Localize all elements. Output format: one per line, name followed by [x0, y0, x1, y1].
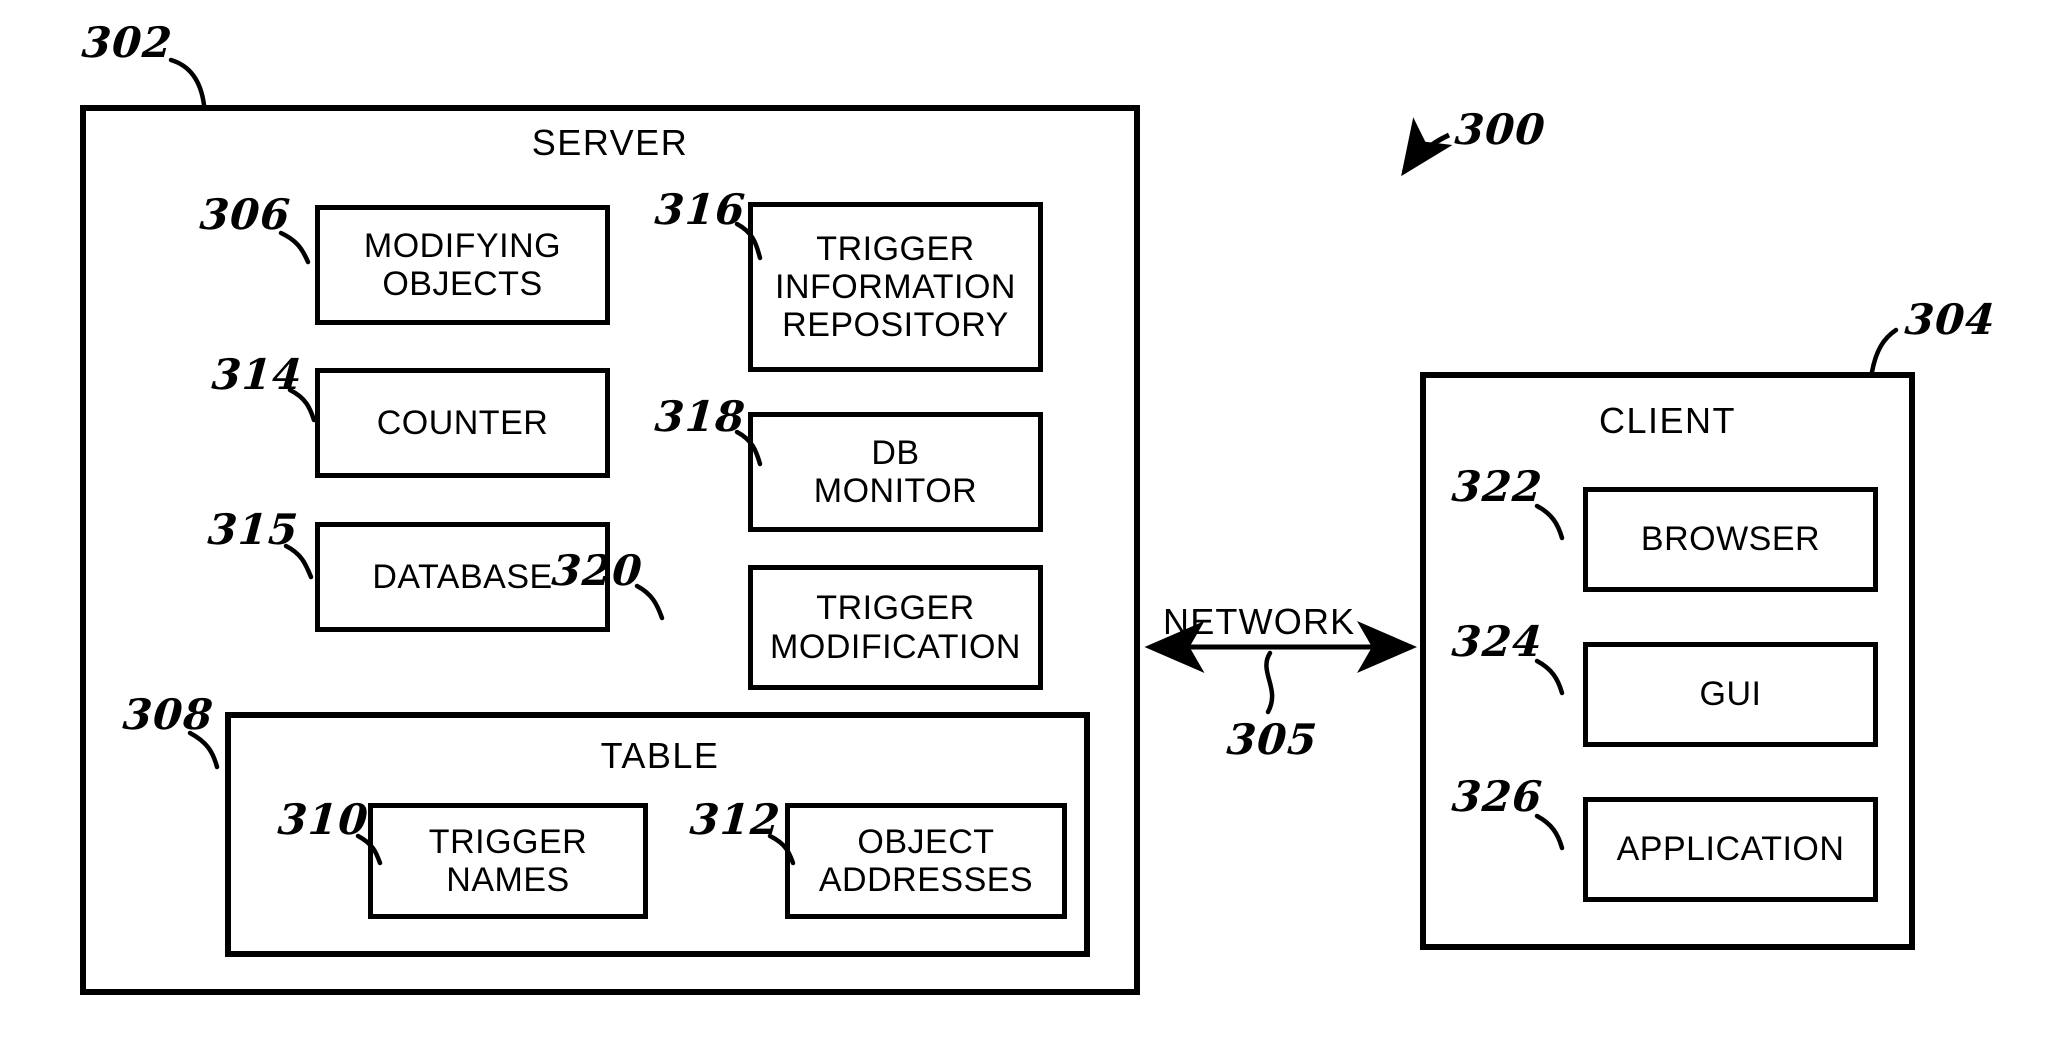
ref-324: 324: [1450, 617, 1545, 666]
ref-315: 315: [206, 505, 301, 554]
trigger-modification-label: TRIGGER MODIFICATION: [770, 589, 1021, 666]
ref-316: 316: [653, 185, 748, 234]
db-monitor-label: DB MONITOR: [813, 433, 978, 510]
network-label: NETWORK: [1163, 601, 1356, 642]
application-label: APPLICATION: [1616, 830, 1845, 869]
modifying-objects-label: MODIFYING OBJECTS: [363, 226, 562, 303]
table-title: TABLE: [600, 735, 720, 776]
trigger-names-label: TRIGGER NAMES: [428, 822, 588, 899]
ref-310: 310: [276, 795, 371, 844]
browser-label: BROWSER: [1640, 520, 1821, 559]
object-addresses-label: OBJECT ADDRESSES: [818, 822, 1034, 899]
ref-326: 326: [1450, 772, 1545, 821]
db-monitor-box: DB MONITOR: [748, 412, 1043, 532]
leader-302: [168, 57, 207, 108]
ref-302: 302: [80, 18, 175, 67]
ref-305: 305: [1225, 715, 1320, 764]
gui-box: GUI: [1583, 642, 1878, 747]
trigger-information-repository-label: TRIGGER INFORMATION REPOSITORY: [775, 229, 1016, 345]
application-box: APPLICATION: [1583, 797, 1878, 902]
ref-306: 306: [198, 190, 293, 239]
server-title: SERVER: [531, 122, 689, 163]
leader-305: [1264, 650, 1275, 715]
client-title: CLIENT: [1598, 400, 1737, 441]
object-addresses-box: OBJECT ADDRESSES: [785, 803, 1067, 919]
trigger-modification-box: TRIGGER MODIFICATION: [748, 565, 1043, 690]
trigger-information-repository-box: TRIGGER INFORMATION REPOSITORY: [748, 202, 1043, 372]
modifying-objects-box: MODIFYING OBJECTS: [315, 205, 610, 325]
ref-322: 322: [1450, 462, 1545, 511]
ref-314: 314: [210, 350, 305, 399]
database-label: DATABASE: [372, 557, 553, 596]
ref-320: 320: [550, 546, 645, 595]
gui-label: GUI: [1699, 675, 1762, 714]
ref-304: 304: [1903, 295, 1998, 344]
patent-figure: SERVER MODIFYING OBJECTS COUNTER DATABAS…: [0, 0, 2046, 1050]
counter-label: COUNTER: [376, 403, 549, 442]
ref-318: 318: [653, 392, 748, 441]
counter-box: COUNTER: [315, 368, 610, 478]
ref-308: 308: [121, 690, 216, 739]
browser-box: BROWSER: [1583, 487, 1878, 592]
figure-300-arrow: [1401, 117, 1453, 177]
trigger-names-box: TRIGGER NAMES: [368, 803, 648, 919]
ref-300: 300: [1453, 105, 1548, 154]
ref-312: 312: [688, 795, 783, 844]
